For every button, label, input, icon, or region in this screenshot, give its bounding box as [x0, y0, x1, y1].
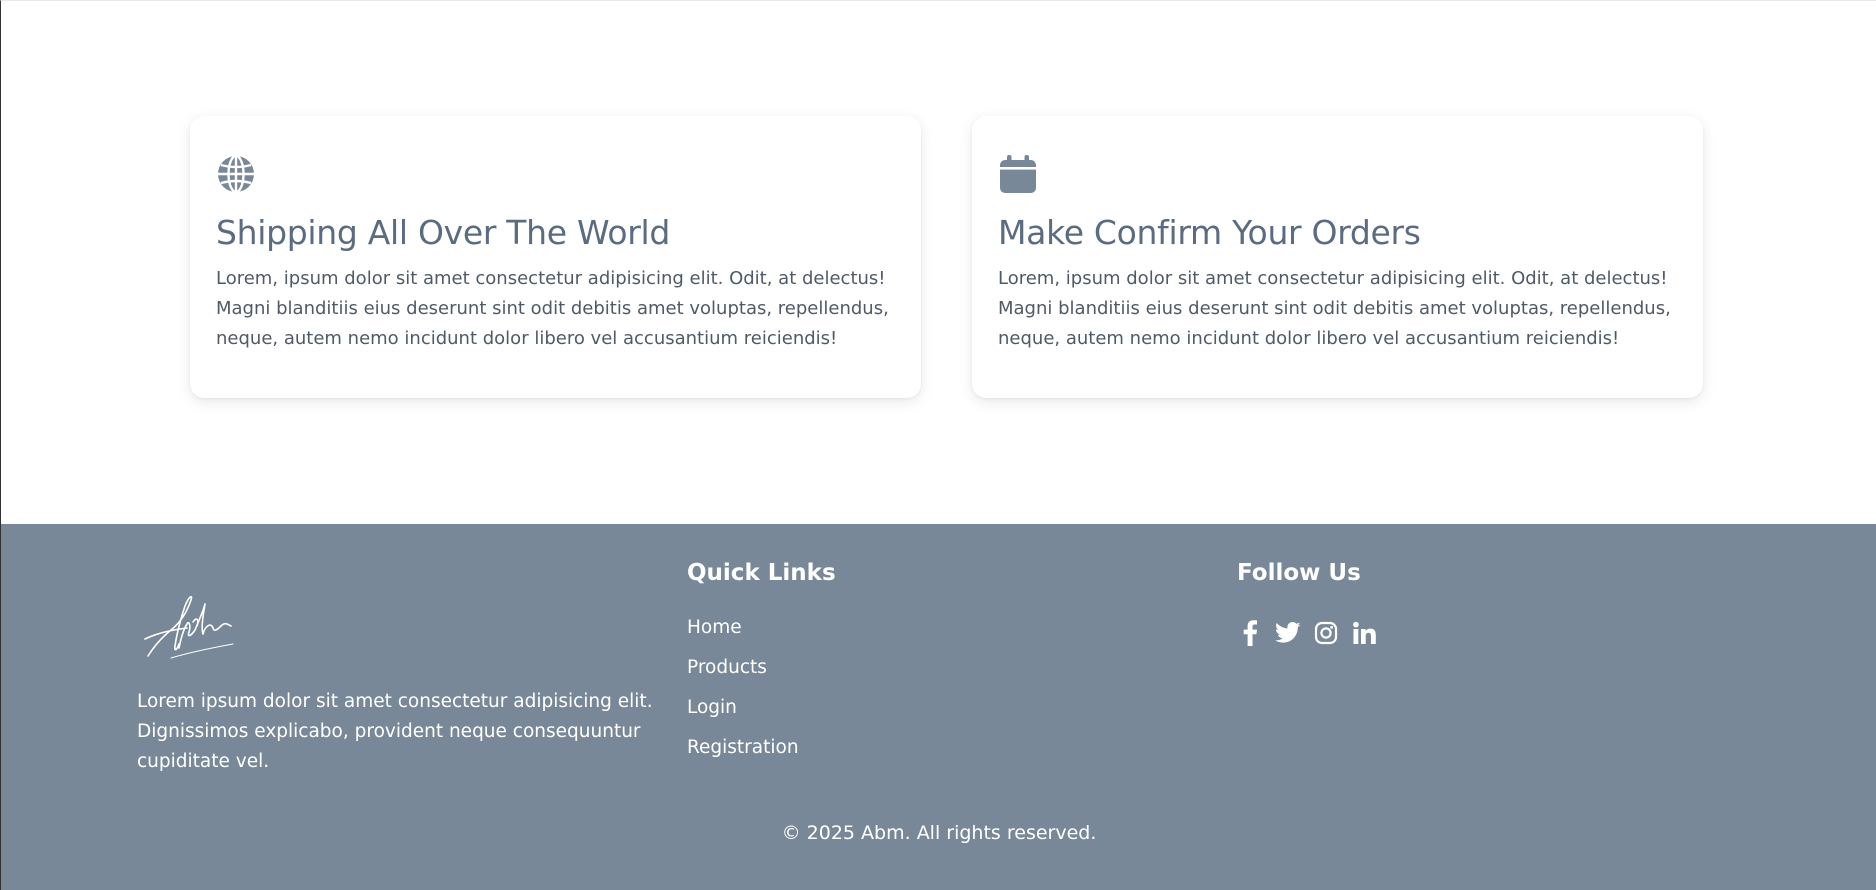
feature-text: Lorem, ipsum dolor sit amet consectetur …	[216, 268, 889, 349]
footer-about-text: Lorem ipsum dolor sit amet consectetur a…	[137, 691, 653, 772]
facebook-icon[interactable]	[1237, 620, 1263, 646]
footer-link-login[interactable]: Login	[687, 694, 799, 734]
feature-title: Shipping All Over The World	[216, 213, 671, 252]
signature-logo[interactable]	[141, 586, 261, 666]
footer-link-home[interactable]: Home	[687, 614, 799, 654]
features-section: Shipping All Over The World Lorem, ipsum…	[1, 1, 1876, 523]
feature-title: Make Confirm Your Orders	[998, 213, 1421, 252]
calendar-icon	[998, 154, 1038, 194]
feature-card-shipping: Shipping All Over The World Lorem, ipsum…	[190, 116, 921, 398]
quick-links-list: Home Products Login Registration	[687, 614, 799, 774]
linkedin-icon[interactable]	[1351, 620, 1377, 646]
footer: Lorem ipsum dolor sit amet consectetur a…	[1, 524, 1876, 890]
follow-us-title: Follow Us	[1237, 560, 1361, 586]
instagram-icon[interactable]	[1313, 620, 1339, 646]
feature-card-orders: Make Confirm Your Orders Lorem, ipsum do…	[972, 116, 1703, 398]
globe-icon	[216, 154, 256, 194]
footer-link-registration[interactable]: Registration	[687, 734, 799, 774]
footer-link-products[interactable]: Products	[687, 654, 799, 694]
copyright: © 2025 Abm. All rights reserved.	[781, 822, 1097, 844]
social-links	[1237, 620, 1377, 646]
feature-text: Lorem, ipsum dolor sit amet consectetur …	[998, 268, 1671, 349]
twitter-icon[interactable]	[1275, 620, 1301, 646]
quick-links-title: Quick Links	[687, 560, 836, 586]
page: Shipping All Over The World Lorem, ipsum…	[0, 0, 1876, 890]
